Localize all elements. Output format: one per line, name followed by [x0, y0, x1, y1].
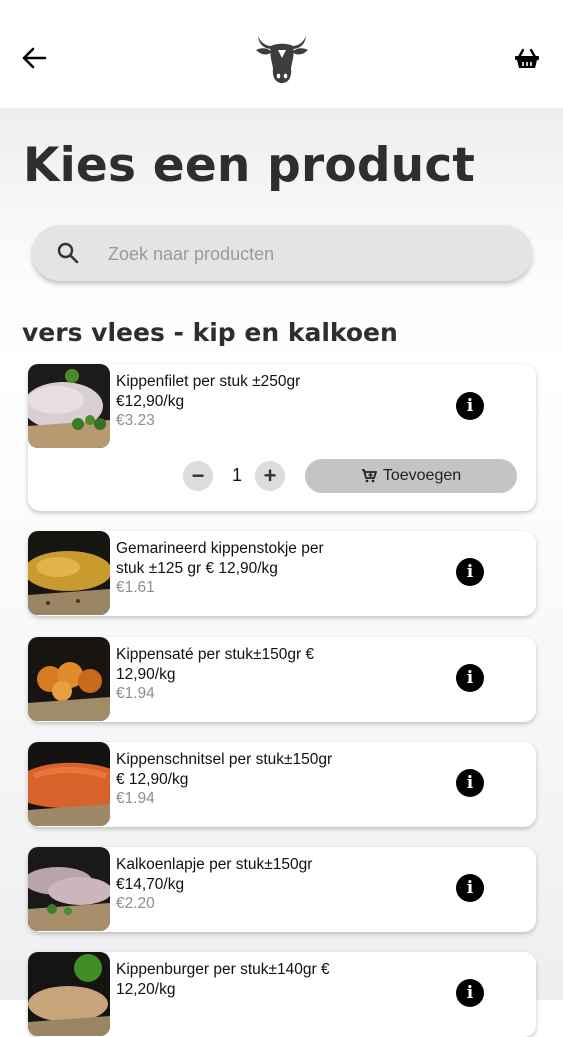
- product-info: Kippenfilet per stuk ±250gr €12,90/kg €3…: [116, 372, 364, 431]
- add-button-label: Toevoegen: [382, 467, 462, 484]
- product-price: €1.94: [116, 685, 155, 702]
- info-button[interactable]: i: [456, 392, 484, 420]
- product-image: [28, 952, 110, 1036]
- search-bar[interactable]: [32, 225, 532, 281]
- content-area: Kies een product vers vlees - kip en kal…: [0, 108, 563, 1037]
- top-bar: [0, 0, 563, 108]
- info-icon: i: [466, 773, 474, 793]
- product-card[interactable]: Kalkoenlapje per stuk±150gr €14,70/kg €2…: [28, 847, 536, 932]
- product-image: [28, 637, 110, 721]
- product-info: Kippenschnitsel per stuk±150gr € 12,90/k…: [116, 750, 364, 809]
- product-name-line: stuk ±125 gr € 12,90/kg: [116, 559, 278, 577]
- cart-plus-icon: [361, 469, 377, 483]
- shopping-basket-icon: [515, 48, 539, 68]
- decrease-button[interactable]: −: [183, 461, 213, 491]
- product-name-line: € 12,90/kg: [116, 770, 189, 788]
- product-info: Kippensaté per stuk±150gr € 12,90/kg €1.…: [116, 645, 364, 704]
- product-card[interactable]: Kippenburger per stuk±140gr € 12,20/kg i: [28, 952, 536, 1037]
- product-name-line: Kippenburger per stuk±140gr €: [116, 961, 330, 978]
- info-button[interactable]: i: [456, 664, 484, 692]
- product-image: [28, 531, 110, 615]
- product-info: Kalkoenlapje per stuk±150gr €14,70/kg €2…: [116, 855, 364, 914]
- minus-icon: −: [191, 463, 205, 488]
- product-name-line: Kippenfilet per stuk ±250gr: [116, 373, 301, 390]
- cow-head-icon: [256, 36, 308, 83]
- basket-button[interactable]: [514, 48, 542, 72]
- product-name-line: €12,90/kg: [116, 392, 185, 410]
- product-card[interactable]: Kippenfilet per stuk ±250gr €12,90/kg €3…: [28, 364, 536, 511]
- info-button[interactable]: i: [456, 558, 484, 586]
- product-price: €1.61: [116, 579, 155, 596]
- product-info: Gemarineerd kippenstokje per stuk ±125 g…: [116, 539, 364, 598]
- search-icon: [57, 242, 79, 264]
- info-button[interactable]: i: [456, 874, 484, 902]
- info-icon: i: [466, 983, 474, 1003]
- category-title: vers vlees - kip en kalkoen: [22, 318, 398, 347]
- increase-button[interactable]: +: [255, 461, 285, 491]
- product-card[interactable]: Gemarineerd kippenstokje per stuk ±125 g…: [28, 531, 536, 616]
- info-button[interactable]: i: [456, 769, 484, 797]
- info-button[interactable]: i: [456, 979, 484, 1007]
- product-name-line: Kalkoenlapje per stuk±150gr: [116, 856, 313, 873]
- product-price: €3.23: [116, 412, 155, 429]
- add-to-cart-button[interactable]: Toevoegen: [305, 459, 517, 493]
- product-image: [28, 742, 110, 826]
- page-title: Kies een product: [23, 138, 476, 193]
- info-icon: i: [466, 878, 474, 898]
- product-name-line: Kippenschnitsel per stuk±150gr: [116, 751, 333, 768]
- info-icon: i: [466, 562, 474, 582]
- info-icon: i: [466, 396, 474, 416]
- product-name-line: Gemarineerd kippenstokje per: [116, 540, 324, 557]
- arrow-left-icon: [22, 47, 47, 69]
- quantity-value: 1: [231, 465, 242, 485]
- product-image: [28, 847, 110, 931]
- product-price: €1.94: [116, 790, 155, 807]
- product-image: [28, 364, 110, 448]
- product-price: €2.20: [116, 895, 155, 912]
- quantity-row: − 1 + Toevoegen: [183, 459, 523, 493]
- search-input[interactable]: [106, 239, 510, 269]
- product-name-line: €14,70/kg: [116, 875, 185, 893]
- product-card[interactable]: Kippenschnitsel per stuk±150gr € 12,90/k…: [28, 742, 536, 827]
- product-name-line: Kippensaté per stuk±150gr €: [116, 646, 315, 663]
- product-name-line: 12,90/kg: [116, 665, 176, 683]
- product-info: Kippenburger per stuk±140gr € 12,20/kg: [116, 960, 364, 999]
- plus-icon: +: [263, 463, 277, 488]
- back-button[interactable]: [20, 44, 48, 72]
- product-name-line: 12,20/kg: [116, 980, 176, 998]
- info-icon: i: [466, 668, 474, 688]
- product-card[interactable]: Kippensaté per stuk±150gr € 12,90/kg €1.…: [28, 637, 536, 722]
